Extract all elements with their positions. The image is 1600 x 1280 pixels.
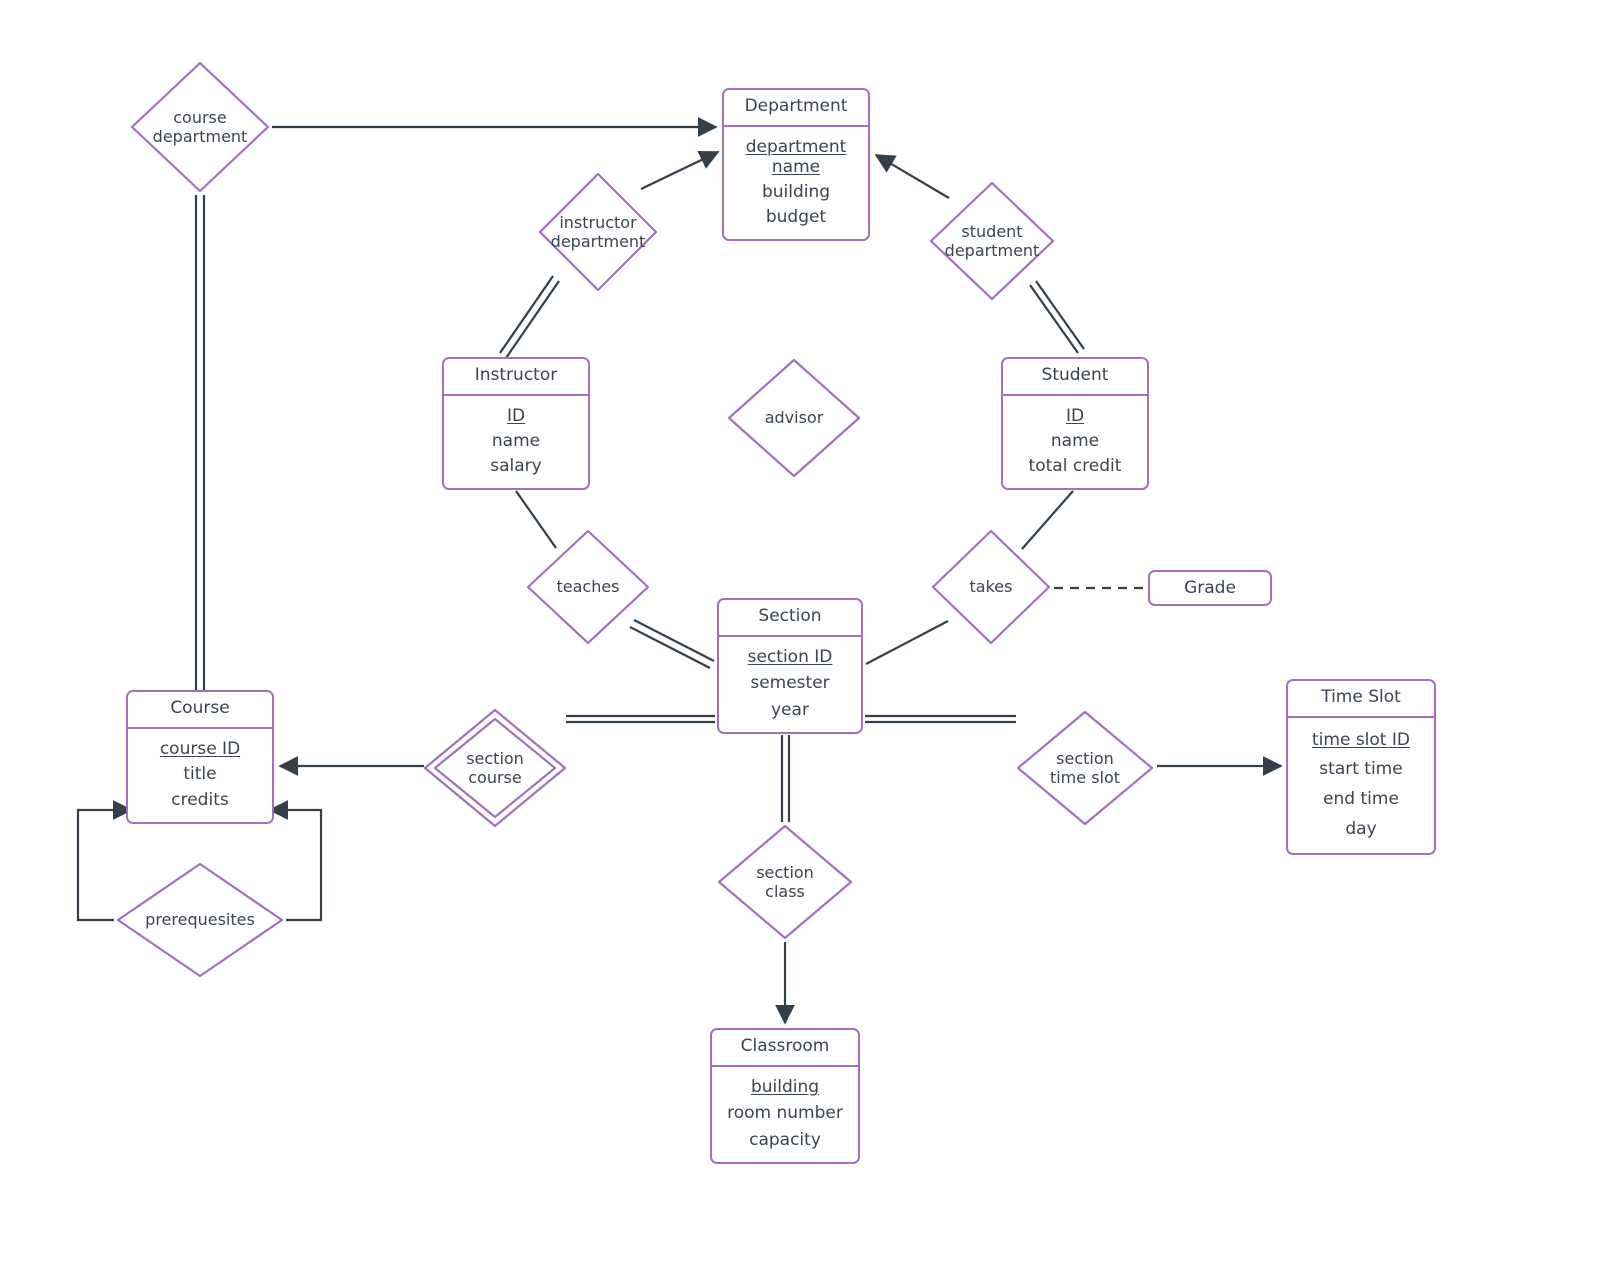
entity-attributes: ID name salary (444, 396, 588, 488)
attribute-id: ID (1065, 405, 1085, 426)
attribute-title: title (183, 764, 217, 785)
entity-student[interactable]: Student ID name total credit (1001, 357, 1149, 490)
relationship-advisor[interactable]: advisor (725, 356, 863, 480)
er-diagram-canvas: Department department name building budg… (0, 0, 1600, 1280)
entity-title: Department (724, 90, 868, 127)
attribute-time-slot-id: time slot ID (1312, 729, 1410, 750)
relationship-prerequesites[interactable]: prerequesites (114, 860, 286, 980)
attribute-name: name (1050, 430, 1100, 451)
attribute-id: ID (506, 405, 526, 426)
entity-attributes: time slot ID start time end time day (1288, 718, 1434, 853)
relationship-section-course[interactable]: section course (423, 708, 567, 828)
attribute-box-grade[interactable]: Grade (1148, 570, 1272, 606)
relationship-teaches[interactable]: teaches (524, 527, 652, 647)
attribute-budget: budget (765, 207, 827, 228)
attribute-name: name (491, 430, 541, 451)
attribute-course-id: course ID (159, 738, 241, 759)
entity-title: Classroom (712, 1030, 858, 1067)
relationship-takes[interactable]: takes (929, 527, 1053, 647)
entity-title: Instructor (444, 359, 588, 396)
attribute-building: building (761, 181, 831, 202)
attribute-capacity: capacity (749, 1129, 821, 1150)
attribute-year: year (771, 699, 809, 720)
entity-attributes: ID name total credit (1003, 396, 1147, 488)
entity-title: Course (128, 692, 272, 729)
entity-instructor[interactable]: Instructor ID name salary (442, 357, 590, 490)
entity-time-slot[interactable]: Time Slot time slot ID start time end ti… (1286, 679, 1436, 855)
entity-attributes: department name building budget (724, 127, 868, 239)
entity-title: Student (1003, 359, 1147, 396)
attribute-start-time: start time (1319, 759, 1403, 780)
entity-course[interactable]: Course course ID title credits (126, 690, 274, 824)
attribute-salary: salary (490, 456, 542, 477)
entity-attributes: section ID semester year (719, 637, 861, 732)
relationship-student-department[interactable]: student department (927, 179, 1057, 303)
attribute-box-label: Grade (1184, 578, 1236, 598)
relationship-section-time-slot[interactable]: section time slot (1014, 708, 1156, 828)
entity-title: Section (719, 600, 861, 637)
attribute-room-number: room number (727, 1103, 843, 1124)
relationship-course-department[interactable]: course department (128, 59, 272, 195)
attribute-credits: credits (171, 790, 229, 811)
entity-attributes: course ID title credits (128, 729, 272, 822)
relationship-section-class[interactable]: section class (715, 822, 855, 942)
attribute-end-time: end time (1323, 789, 1399, 810)
attribute-department-name: department name (745, 136, 847, 177)
attribute-total-credit: total credit (1028, 456, 1122, 477)
attribute-day: day (1345, 819, 1377, 840)
relationship-instructor-department[interactable]: instructor department (536, 170, 660, 294)
entity-classroom[interactable]: Classroom building room number capacity (710, 1028, 860, 1164)
entity-title: Time Slot (1288, 681, 1434, 718)
entity-section[interactable]: Section section ID semester year (717, 598, 863, 734)
entity-department[interactable]: Department department name building budg… (722, 88, 870, 241)
attribute-semester: semester (750, 673, 830, 694)
attribute-building: building (750, 1077, 820, 1097)
entity-attributes: building room number capacity (712, 1067, 858, 1162)
attribute-section-id: section ID (747, 647, 833, 667)
